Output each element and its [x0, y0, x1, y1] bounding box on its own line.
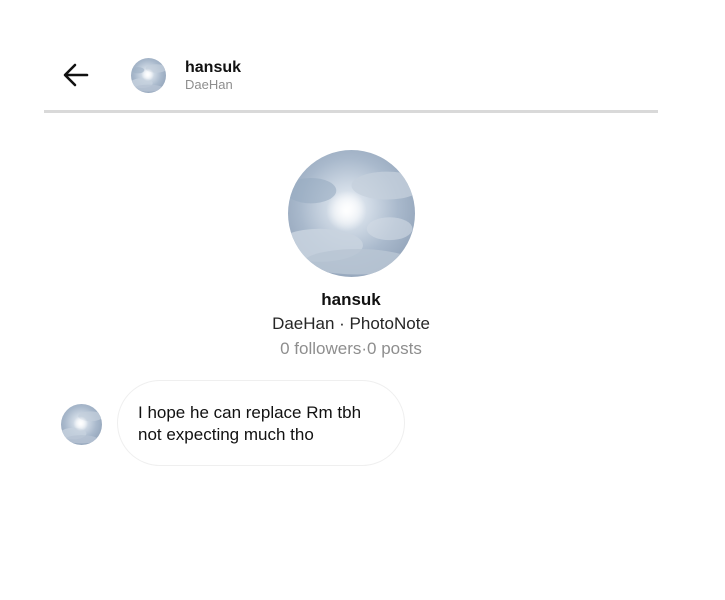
thread-header: hansuk DaeHan	[0, 0, 725, 113]
message-bubble[interactable]: I hope he can replace Rm tbh not expecti…	[117, 380, 405, 466]
arrow-left-icon	[63, 63, 89, 87]
header-divider	[44, 110, 658, 113]
message-sender-avatar[interactable]	[61, 404, 102, 445]
avatar-image	[131, 58, 166, 93]
dm-screen: hansuk DaeHan hansuk DaeHan · PhotoNote …	[0, 0, 725, 600]
profile-meta: DaeHan · PhotoNote	[272, 314, 430, 333]
profile-username: hansuk	[321, 290, 381, 309]
message-text: I hope he can replace Rm tbh not expecti…	[138, 403, 362, 444]
header-username[interactable]: hansuk	[185, 58, 241, 78]
profile-avatar[interactable]	[288, 150, 415, 277]
profile-avatar-image	[288, 150, 415, 277]
header-avatar[interactable]	[131, 58, 166, 93]
header-display-name: DaeHan	[185, 77, 233, 92]
back-button[interactable]	[60, 59, 92, 91]
profile-stats: 0 followers·0 posts	[280, 339, 422, 358]
sender-avatar-image	[61, 404, 102, 445]
